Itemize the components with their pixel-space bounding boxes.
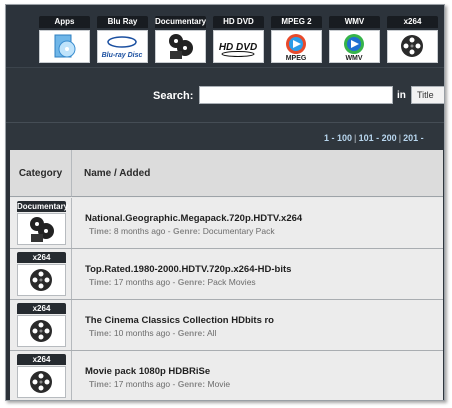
genre-value: All	[207, 328, 217, 338]
search-in-label: in	[397, 90, 406, 101]
category-wmv[interactable]: WMV WMV	[329, 16, 380, 64]
bluray-icon: Blu-ray Disc	[97, 30, 148, 63]
time-value: 17 months ago	[113, 277, 171, 287]
column-header-name[interactable]: Name / Added	[72, 150, 444, 197]
svg-text:MPEG: MPEG	[286, 55, 307, 62]
category-badge[interactable]: x264	[17, 354, 66, 399]
svg-text:Blu-ray Disc: Blu-ray Disc	[102, 52, 143, 59]
search-input[interactable]	[199, 86, 393, 104]
time-label: Time:	[89, 277, 112, 287]
category-label: x264	[17, 252, 66, 263]
category-label: WMV	[329, 16, 380, 28]
search-field-select[interactable]: Title	[411, 86, 444, 104]
category-cell: Documentary	[10, 198, 72, 248]
film-reel-icon	[17, 366, 66, 398]
category-label: Documentary	[17, 201, 69, 212]
table-row: Documentary National.Geographic.Megapack…	[10, 198, 444, 249]
category-label: HD DVD	[213, 16, 264, 28]
torrent-meta: Time: 17 months ago - Genre: Pack Movies	[89, 277, 256, 287]
svg-text:WMV: WMV	[345, 55, 362, 62]
category-apps[interactable]: Apps	[39, 16, 90, 64]
category-x264[interactable]: x264	[387, 16, 438, 64]
hddvd-icon: HD DVD	[213, 30, 264, 63]
table-row: x264 The Cinema Classics Collection HDbi…	[10, 300, 444, 351]
category-mpeg2[interactable]: MPEG 2 MPEG	[271, 16, 322, 64]
time-label: Time:	[89, 226, 112, 236]
category-label: x264	[17, 303, 66, 314]
category-label: x264	[387, 16, 438, 28]
time-label: Time:	[89, 379, 112, 389]
category-documentary[interactable]: Documentary	[155, 16, 206, 64]
torrent-meta: Time: 17 months ago - Genre: Movie	[89, 379, 231, 389]
film-reel-icon	[155, 30, 206, 63]
category-badge[interactable]: x264	[17, 303, 66, 348]
column-header-category[interactable]: Category	[10, 150, 72, 197]
page-link-current[interactable]: 1 - 100	[324, 133, 352, 143]
torrent-meta: Time: 8 months ago - Genre: Documentary …	[89, 226, 275, 236]
search-label: Search:	[153, 90, 194, 102]
torrent-title-link[interactable]: The Cinema Classics Collection HDbits ro	[85, 315, 274, 326]
pagination: 1 - 100 | 101 - 200 | 201 -	[324, 133, 424, 143]
film-reel-icon	[387, 30, 438, 63]
time-value: 8 months ago	[113, 226, 166, 236]
category-badge[interactable]: x264	[17, 252, 66, 297]
genre-value: Pack Movies	[207, 277, 256, 287]
genre-value: Movie	[207, 379, 231, 389]
category-label: Documentary	[155, 16, 206, 28]
category-label: Blu Ray	[97, 16, 148, 28]
genre-value: Documentary Pack	[202, 226, 275, 236]
category-badge[interactable]: Documentary	[17, 201, 69, 246]
genre-label: Genre:	[172, 226, 201, 236]
time-value: 17 months ago	[113, 379, 171, 389]
time-value: 10 months ago	[113, 328, 171, 338]
wmv-icon: WMV	[329, 30, 380, 63]
category-label: MPEG 2	[271, 16, 322, 28]
time-label: Time:	[89, 328, 112, 338]
category-cell: x264	[10, 351, 72, 400]
pagination-bar: 1 - 100 | 101 - 200 | 201 -	[6, 122, 444, 150]
category-bluray[interactable]: Blu Ray Blu-ray Disc	[97, 16, 148, 64]
film-reel-icon	[17, 315, 66, 347]
page-link[interactable]: 101 - 200	[359, 133, 397, 143]
genre-label: Genre:	[177, 277, 206, 287]
apps-icon	[39, 30, 90, 63]
category-label: Apps	[39, 16, 90, 28]
page-link[interactable]: 201 -	[403, 133, 424, 143]
torrent-title-link[interactable]: Movie pack 1080p HDBRiSe	[85, 366, 210, 377]
genre-label: Genre:	[177, 379, 206, 389]
torrent-table: Category Name / Added Documentary Nation…	[10, 150, 444, 400]
torrent-title-link[interactable]: National.Geographic.Megapack.720p.HDTV.x…	[85, 213, 302, 224]
torrent-meta: Time: 10 months ago - Genre: All	[89, 328, 217, 338]
torrent-title-link[interactable]: Top.Rated.1980-2000.HDTV.720p.x264-HD-bi…	[85, 264, 291, 275]
film-reel-icon	[17, 264, 66, 296]
category-label: x264	[17, 354, 66, 365]
table-row: x264 Movie pack 1080p HDBRiSe Time: 17 m…	[10, 351, 444, 400]
scroll-edge	[443, 150, 444, 400]
category-bar: Apps Blu Ray Blu-ray Disc Documentary HD…	[6, 5, 444, 67]
genre-label: Genre:	[177, 328, 206, 338]
search-bar: Search: in Title	[6, 67, 444, 122]
category-cell: x264	[10, 300, 72, 350]
category-hddvd[interactable]: HD DVD HD DVD	[213, 16, 264, 64]
browser-page: Apps Blu Ray Blu-ray Disc Documentary HD…	[5, 4, 445, 401]
table-row: x264 Top.Rated.1980-2000.HDTV.720p.x264-…	[10, 249, 444, 300]
category-cell: x264	[10, 249, 72, 299]
mpeg-icon: MPEG	[271, 30, 322, 63]
film-reel-icon	[17, 213, 66, 245]
